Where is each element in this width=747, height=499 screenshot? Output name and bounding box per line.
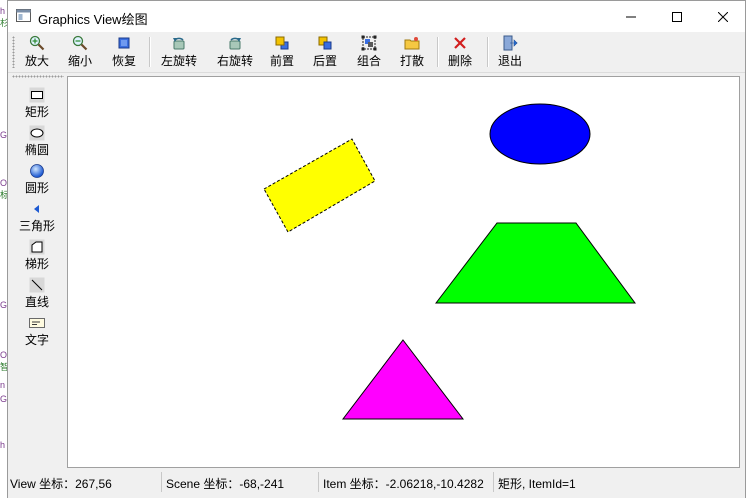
view-coord-status: View 坐标：267,56	[10, 477, 112, 491]
zoom-out-label: 缩小	[68, 54, 93, 68]
restore-button[interactable]: 恢复	[112, 35, 136, 71]
text-tool-button[interactable]: 文字	[8, 315, 66, 351]
maximize-icon	[672, 11, 682, 22]
shape-toolbar-grip[interactable]	[12, 75, 64, 78]
circle-tool-label: 圆形	[24, 181, 49, 195]
window-title: Graphics View绘图	[38, 12, 148, 27]
triangle-tool-label: 三角形	[18, 219, 55, 233]
triangle-icon	[34, 205, 39, 213]
line-tool-button[interactable]: 直线	[8, 277, 66, 313]
zoom-in-button[interactable]: 放大	[25, 35, 49, 71]
toolbar-separator	[487, 37, 489, 67]
exit-label: 退出	[498, 54, 523, 68]
bring-front-icon	[275, 36, 289, 50]
triangle-item[interactable]	[341, 339, 465, 420]
triangle-tool-button[interactable]: 三角形	[8, 201, 66, 237]
rotate-right-icon	[229, 37, 241, 50]
rectangle-tool-button[interactable]: 矩形	[8, 87, 66, 123]
trapezoid-icon	[29, 239, 45, 255]
maximize-button[interactable]	[654, 1, 700, 32]
rotate-right-label: 右旋转	[217, 54, 254, 68]
toolbar-separator	[149, 37, 151, 67]
close-button[interactable]	[700, 1, 746, 32]
zoom-in-icon	[29, 35, 45, 51]
exit-button[interactable]: 退出	[498, 35, 522, 71]
ellipse-tool-button[interactable]: 椭圆	[8, 125, 66, 161]
bring-front-button[interactable]: 前置	[270, 35, 294, 71]
zoom-out-icon	[72, 35, 88, 51]
rectangle-tool-label: 矩形	[24, 105, 49, 119]
restore-label: 恢复	[112, 54, 137, 68]
rotate-right-button[interactable]: 右旋转	[217, 35, 253, 71]
zoom-in-label: 放大	[25, 54, 50, 68]
background-window-edge: h杉 GrOW 标Gr OW智 nGr h	[0, 0, 16, 499]
ellipse-icon	[29, 125, 45, 141]
zoom-out-button[interactable]: 缩小	[68, 35, 92, 71]
ellipse-item[interactable]	[489, 103, 591, 165]
ungroup-label: 打散	[400, 54, 425, 68]
toolbar-separator	[437, 37, 439, 67]
text-icon	[29, 318, 45, 328]
trapezoid-item[interactable]	[434, 222, 636, 304]
shape-toolbar: 矩形 椭圆 圆形 三角形 梯形 直线 文字	[8, 73, 66, 467]
status-bar: View 坐标：267,56 Scene 坐标：-68,-241 Item 坐标…	[8, 469, 745, 498]
group-label: 组合	[357, 54, 382, 68]
rotate-left-label: 左旋转	[161, 54, 198, 68]
minimize-icon	[626, 16, 636, 17]
trapezoid-tool-button[interactable]: 梯形	[8, 239, 66, 275]
rectangle-icon	[29, 87, 45, 103]
delete-label: 删除	[448, 54, 473, 68]
text-tool-label: 文字	[24, 333, 49, 347]
ungroup-button[interactable]: 打散	[400, 35, 424, 71]
ungroup-icon	[404, 37, 420, 50]
close-icon	[718, 11, 728, 22]
rotate-left-button[interactable]: 左旋转	[161, 35, 197, 71]
toolbar: 放大 缩小 恢复 左旋转 右旋转 前置 后置 组合 打散 删除 退出	[8, 32, 745, 73]
graphics-view[interactable]	[67, 76, 740, 468]
bring-front-label: 前置	[270, 54, 295, 68]
trapezoid-tool-label: 梯形	[24, 257, 49, 271]
send-back-icon	[318, 36, 332, 50]
scene-coord-status: Scene 坐标：-68,-241	[166, 477, 285, 491]
rectangle-item[interactable]	[263, 138, 376, 233]
graphics-scene	[263, 103, 636, 420]
restore-icon	[118, 37, 130, 49]
group-button[interactable]: 组合	[357, 35, 381, 71]
circle-tool-button[interactable]: 圆形	[8, 163, 66, 199]
send-back-button[interactable]: 后置	[313, 35, 337, 71]
toolbar-grip[interactable]	[12, 36, 15, 68]
group-icon	[361, 35, 377, 51]
status-divider	[318, 472, 319, 492]
rotate-left-icon	[173, 37, 185, 50]
circle-icon	[30, 164, 44, 178]
status-divider	[161, 472, 162, 492]
line-tool-label: 直线	[24, 295, 49, 309]
exit-icon	[503, 35, 518, 51]
minimize-button[interactable]	[608, 1, 654, 32]
ellipse-tool-label: 椭圆	[24, 143, 49, 157]
line-icon	[29, 277, 45, 293]
send-back-label: 后置	[313, 54, 338, 68]
status-divider	[493, 472, 494, 492]
app-icon	[16, 9, 31, 22]
delete-button[interactable]: 删除	[448, 35, 472, 71]
item-info-status: 矩形, ItemId=1	[498, 477, 576, 491]
delete-icon	[454, 37, 466, 49]
main-window: Graphics View绘图 放大 缩小 恢复 左旋转 右旋转 前置 后置 组…	[7, 0, 746, 498]
item-coord-status: Item 坐标：-2.06218,-10.4282	[323, 477, 484, 491]
title-bar: Graphics View绘图	[8, 1, 745, 32]
